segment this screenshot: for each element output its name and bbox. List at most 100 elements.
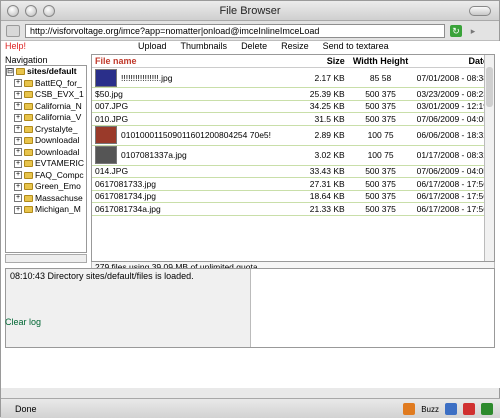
thumbnail-image[interactable] bbox=[95, 146, 117, 164]
file-dimensions: 500 375 bbox=[365, 88, 396, 99]
mail-icon[interactable] bbox=[481, 403, 493, 415]
tree-item[interactable]: + BattEQ_for_ bbox=[6, 78, 86, 90]
tree-item-label: Crystalyte_ bbox=[35, 123, 78, 134]
toolbar-toggle-button[interactable] bbox=[469, 6, 491, 16]
tree-item[interactable]: + CSB_EVX_1 bbox=[6, 89, 86, 101]
tree-item[interactable]: ⊟ sites/default bbox=[6, 66, 86, 78]
expand-icon[interactable]: + bbox=[14, 113, 22, 122]
file-date: 03/23/2009 - 08:23 bbox=[416, 88, 488, 99]
seo-icon[interactable] bbox=[445, 403, 457, 415]
file-name-text: 014.JPG bbox=[95, 166, 129, 177]
expand-icon[interactable]: + bbox=[14, 125, 22, 134]
minimize-window-button[interactable] bbox=[25, 5, 37, 17]
log-panel: 08:10:43 Directory sites/default/files i… bbox=[5, 268, 495, 348]
file-name-text: 007.JPG bbox=[95, 101, 129, 112]
reload-icon[interactable]: ↻ bbox=[450, 25, 462, 37]
file-size: 2.17 KB bbox=[314, 72, 345, 83]
clear-log-link[interactable]: Clear log bbox=[5, 317, 41, 327]
expand-icon[interactable]: + bbox=[14, 205, 22, 214]
expand-icon[interactable]: + bbox=[14, 171, 22, 180]
send-to-textarea-button[interactable]: Send to textarea bbox=[316, 41, 396, 51]
file-row[interactable]: 0107081337a.jpg 3.02 KB 100 75 01/17/2008 -… bbox=[92, 146, 494, 166]
file-name-text: 010100011509011601200804254 70e5! bbox=[121, 130, 272, 140]
tree-item[interactable]: + Crystalyte_ bbox=[6, 124, 86, 136]
tree-item[interactable]: + California_N bbox=[6, 101, 86, 113]
tree-item[interactable]: + Downloadal bbox=[6, 135, 86, 147]
tree-horizontal-scrollbar[interactable] bbox=[5, 254, 87, 263]
expand-icon[interactable]: + bbox=[14, 182, 22, 191]
browser-status-bar: Done Buzz bbox=[1, 398, 500, 418]
file-row[interactable]: 014.JPG 33.43 KB 500 375 07/06/2009 - 04:05 bbox=[92, 166, 494, 178]
file-row[interactable]: 010100011509011601200804254 70e5! 2.89 KB… bbox=[92, 126, 494, 146]
column-size[interactable]: Size bbox=[299, 55, 351, 67]
tree-item-label: Massachuse bbox=[35, 192, 83, 203]
expand-icon[interactable]: + bbox=[14, 79, 22, 88]
file-name: 0617081734.jpg bbox=[92, 191, 299, 201]
file-row[interactable]: 0617081734.jpg 18.64 KB 500 375 06/17/2008 … bbox=[92, 191, 494, 203]
file-dimensions: 85 58 bbox=[369, 72, 392, 83]
tree-item[interactable]: + Massachuse bbox=[6, 193, 86, 205]
tree-item-label: California_N bbox=[35, 100, 82, 111]
file-name: 014.JPG bbox=[92, 166, 299, 176]
address-bar: ↻ ▸ bbox=[1, 21, 499, 41]
file-list-scrollbar[interactable] bbox=[484, 55, 494, 261]
column-file-name[interactable]: File name bbox=[92, 55, 299, 67]
tree-item[interactable]: + Michigan_M bbox=[6, 204, 86, 216]
file-row[interactable]: 0617081733.jpg 27.31 KB 500 375 06/17/2008 … bbox=[92, 178, 494, 191]
thumbnail-image[interactable] bbox=[95, 68, 117, 87]
tree-item[interactable]: + FAQ_Compc bbox=[6, 170, 86, 182]
file-row[interactable]: !!!!!!!!!!!!!!!!.jpg 2.17 KB 85 58 07/01/20… bbox=[92, 68, 494, 88]
file-dimensions: 500 375 bbox=[365, 203, 396, 214]
tree-item[interactable]: + Green_Emo bbox=[6, 181, 86, 193]
file-dimensions: 500 375 bbox=[365, 113, 396, 124]
url-input[interactable] bbox=[25, 24, 445, 38]
tree-item-label: California_V bbox=[35, 112, 82, 122]
folder-icon bbox=[24, 194, 33, 202]
column-date[interactable]: Date bbox=[410, 55, 494, 67]
file-size: 27.31 KB bbox=[309, 178, 345, 189]
folder-icon bbox=[24, 183, 33, 191]
file-row[interactable]: 0617081734a.jpg 21.33 KB 500 375 06/17/2008… bbox=[92, 203, 494, 216]
scrollbar-thumb[interactable] bbox=[486, 67, 493, 107]
delete-button[interactable]: Delete bbox=[234, 41, 274, 51]
expand-icon[interactable]: + bbox=[14, 194, 22, 203]
file-list: File name Size Width Height Date !!!!!!!… bbox=[91, 54, 495, 262]
thumbnail-image[interactable] bbox=[95, 126, 117, 144]
imce-content: Help! Upload Thumbnails Delete Resize Se… bbox=[1, 41, 500, 388]
thumbnails-button[interactable]: Thumbnails bbox=[174, 41, 235, 51]
file-row[interactable]: 007.JPG 34.25 KB 500 375 03/01/2009 - 12:19 bbox=[92, 101, 494, 113]
extension-icon[interactable] bbox=[403, 403, 416, 415]
buzz-label[interactable]: Buzz bbox=[421, 405, 439, 414]
expand-icon[interactable]: + bbox=[14, 102, 22, 111]
help-link[interactable]: Help! bbox=[5, 41, 26, 51]
file-row[interactable]: $50.jpg 25.39 KB 500 375 03/23/2009 - 08:23 bbox=[92, 88, 494, 101]
addon-icon[interactable] bbox=[463, 403, 475, 415]
tree-item[interactable]: + Downloadal bbox=[6, 147, 86, 159]
zoom-window-button[interactable] bbox=[43, 5, 55, 17]
file-date: 07/01/2008 - 08:38 bbox=[416, 72, 488, 83]
upload-button[interactable]: Upload bbox=[131, 41, 174, 51]
file-date: 06/17/2008 - 17:56 bbox=[416, 178, 488, 189]
expand-icon[interactable]: + bbox=[14, 148, 22, 157]
file-row[interactable]: 010.JPG 31.5 KB 500 375 07/06/2009 - 04:05 bbox=[92, 113, 494, 126]
status-done: Done bbox=[15, 404, 37, 414]
column-width-height[interactable]: Width Height bbox=[351, 55, 411, 67]
title-bar: File Browser bbox=[1, 1, 499, 21]
tree-item[interactable]: + California_V bbox=[6, 112, 86, 124]
folder-icon bbox=[24, 114, 33, 122]
collapse-icon[interactable]: ⊟ bbox=[6, 67, 14, 76]
file-size: 21.33 KB bbox=[309, 203, 345, 214]
folder-icon bbox=[16, 68, 25, 76]
expand-icon[interactable]: + bbox=[14, 136, 22, 145]
file-name: 010.JPG bbox=[92, 114, 299, 124]
navigation-label: Navigation bbox=[5, 55, 48, 65]
expand-icon[interactable]: + bbox=[14, 159, 22, 168]
close-window-button[interactable] bbox=[7, 5, 19, 17]
rss-icon[interactable]: ▸ bbox=[467, 25, 479, 37]
file-rows: !!!!!!!!!!!!!!!!.jpg 2.17 KB 85 58 07/01/20… bbox=[92, 68, 494, 216]
file-size: 3.02 KB bbox=[314, 150, 345, 160]
file-name: 007.JPG bbox=[92, 101, 299, 111]
tree-item[interactable]: + EVTAMERIC bbox=[6, 158, 86, 170]
resize-button[interactable]: Resize bbox=[274, 41, 316, 51]
expand-icon[interactable]: + bbox=[14, 90, 22, 99]
